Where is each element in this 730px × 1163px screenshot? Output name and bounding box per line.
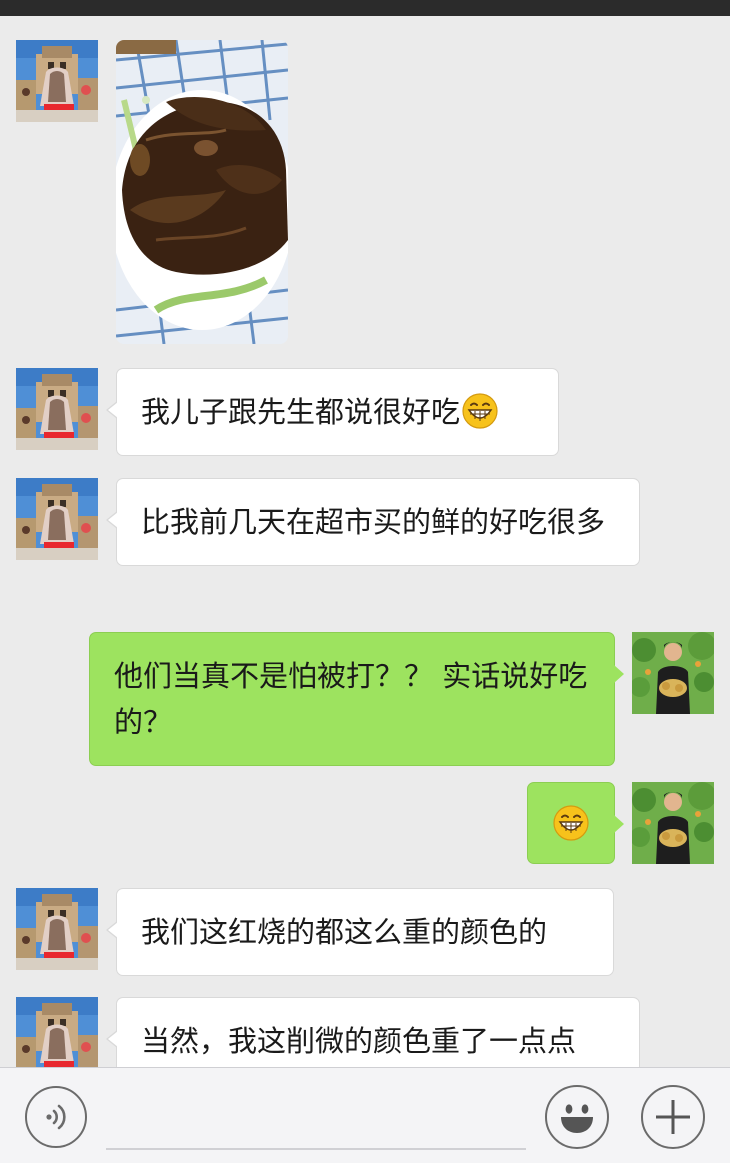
message-bubble-incoming[interactable]: 我们这红烧的都这么重的颜色的 xyxy=(106,888,614,976)
food-photo[interactable] xyxy=(116,40,288,344)
more-button[interactable] xyxy=(641,1085,705,1149)
message-input[interactable] xyxy=(106,1088,526,1150)
message-bubble-incoming[interactable]: 当然，我这削微的颜色重了一点点 xyxy=(106,997,640,1067)
message-bubble-outgoing[interactable]: 他们当真不是怕被打？？ 实话说好吃的？ xyxy=(89,632,624,766)
message-bubble-incoming[interactable]: 我儿子跟先生都说很好吃 xyxy=(106,368,559,456)
contact-avatar[interactable] xyxy=(16,478,98,560)
message-text: 我们这红烧的都这么重的颜色的 xyxy=(141,915,548,949)
contact-avatar[interactable] xyxy=(16,40,98,122)
message-text: 我儿子跟先生都说很好吃 xyxy=(141,395,461,429)
grin-emoji-icon xyxy=(553,805,589,841)
contact-avatar[interactable] xyxy=(16,368,98,450)
my-avatar[interactable] xyxy=(632,632,714,714)
voice-button[interactable] xyxy=(25,1086,87,1148)
contact-avatar[interactable] xyxy=(16,888,98,970)
my-avatar[interactable] xyxy=(632,782,714,864)
contact-avatar[interactable] xyxy=(16,997,98,1067)
message-text: 当然，我这削微的颜色重了一点点 xyxy=(141,1024,577,1058)
emoji-button[interactable] xyxy=(545,1085,609,1149)
message-text: 比我前几天在超市买的鲜的好吃很多 xyxy=(141,505,606,539)
plus-icon xyxy=(656,1100,690,1134)
grin-emoji-icon xyxy=(462,393,499,429)
chat-message-list[interactable]: 我儿子跟先生都说很好吃 比我前几天在超市买的鲜的好吃很多 他们当真不是怕被打？？… xyxy=(0,16,730,1067)
message-bubble-outgoing[interactable] xyxy=(527,782,624,864)
status-bar xyxy=(0,0,730,16)
message-bubble-incoming[interactable]: 比我前几天在超市买的鲜的好吃很多 xyxy=(106,478,640,566)
message-text: 他们当真不是怕被打？？ 实话说好吃的？ xyxy=(114,659,588,739)
input-bar xyxy=(0,1067,730,1163)
voice-icon xyxy=(46,1104,66,1130)
smiley-icon xyxy=(561,1104,593,1133)
